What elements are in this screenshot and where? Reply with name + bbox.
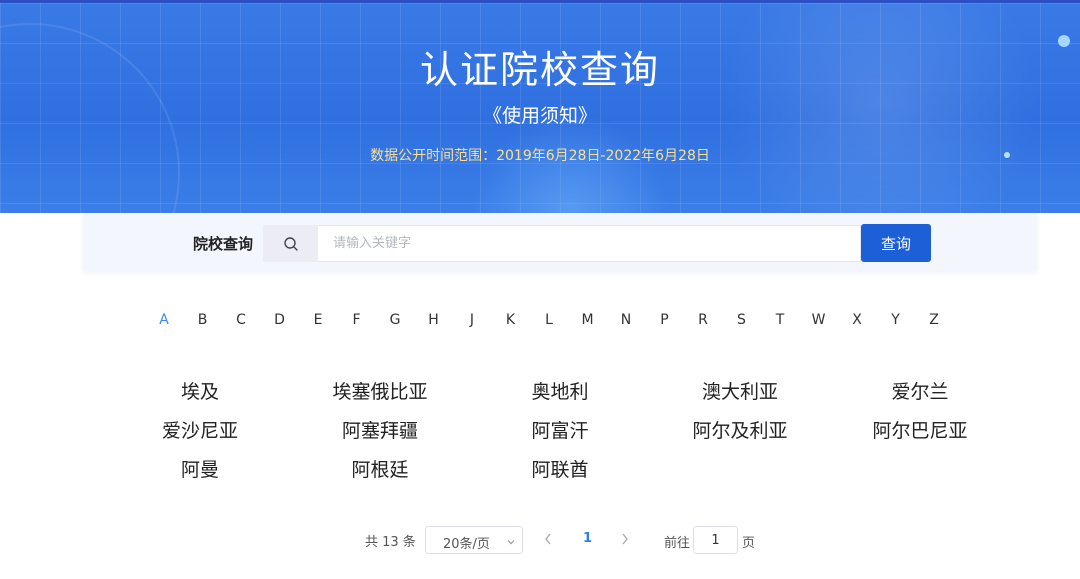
alphabet-letter-y[interactable]: Y [884,312,908,328]
country-item[interactable]: 澳大利亚 [660,377,820,404]
alphabet-letter-r[interactable]: R [691,312,715,328]
country-item[interactable]: 爱沙尼亚 [120,416,280,443]
country-item[interactable]: 阿富汗 [480,416,640,443]
page-number-current[interactable]: 1 [583,531,592,546]
alphabet-letter-g[interactable]: G [383,312,407,328]
usage-notice-link[interactable]: 《使用须知》 [0,101,1080,128]
alphabet-letter-w[interactable]: W [807,312,831,328]
page-title: 认证院校查询 [419,48,660,92]
page-suffix: 页 [742,536,756,551]
page-size-select[interactable]: 20条/页 [425,526,523,554]
alphabet-letter-f[interactable]: F [345,312,369,328]
goto-page-input[interactable] [693,526,738,554]
country-item[interactable]: 阿塞拜疆 [300,416,460,443]
alphabet-letter-x[interactable]: X [845,312,869,328]
pagination-total: 共 13 条 [365,535,416,550]
country-item[interactable]: 阿尔巴尼亚 [840,416,1000,443]
date-range-text: 数据公开时间范围：2019年6月28日-2022年6月28日 [370,148,710,164]
country-item[interactable]: 埃及 [120,377,280,404]
page-size-value: 20条/页 [443,537,490,552]
alphabet-filter: ABCDEFGHJKLMNPRSTWXYZ [156,312,964,332]
hero-banner: 认证院校查询 《使用须知》 数据公开时间范围：2019年6月28日-2022年6… [0,3,1080,213]
search-icon [263,225,318,262]
alphabet-letter-k[interactable]: K [499,312,523,328]
alphabet-letter-d[interactable]: D [268,312,292,328]
country-item[interactable]: 爱尔兰 [840,377,1000,404]
country-item[interactable]: 阿根廷 [300,455,460,482]
alphabet-letter-p[interactable]: P [653,312,677,328]
chevron-right-icon[interactable] [620,532,630,550]
goto-label: 前往 [664,536,691,551]
alphabet-letter-j[interactable]: J [460,312,484,328]
alphabet-letter-l[interactable]: L [537,312,561,328]
alphabet-letter-n[interactable]: N [614,312,638,328]
country-item[interactable]: 阿曼 [120,455,280,482]
alphabet-letter-c[interactable]: C [229,312,253,328]
country-item[interactable]: 阿联酋 [480,455,640,482]
chevron-left-icon[interactable] [543,532,553,550]
search-bar: 院校查询 查询 [83,213,1037,271]
alphabet-letter-h[interactable]: H [422,312,446,328]
pagination: 共 13 条 20条/页 1 前往 页 [0,525,1080,555]
alphabet-letter-z[interactable]: Z [922,312,946,328]
search-input[interactable] [318,225,861,262]
country-item[interactable]: 埃塞俄比亚 [300,377,460,404]
alphabet-letter-e[interactable]: E [306,312,330,328]
alphabet-letter-b[interactable]: B [191,312,215,328]
search-button[interactable]: 查询 [861,224,931,262]
alphabet-letter-t[interactable]: T [768,312,792,328]
search-label: 院校查询 [193,235,254,253]
alphabet-letter-m[interactable]: M [576,312,600,328]
country-item[interactable]: 奥地利 [480,377,640,404]
chevron-down-icon [506,536,516,551]
country-item[interactable]: 阿尔及利亚 [660,416,820,443]
alphabet-letter-a[interactable]: A [152,312,176,328]
alphabet-letter-s[interactable]: S [730,312,754,328]
